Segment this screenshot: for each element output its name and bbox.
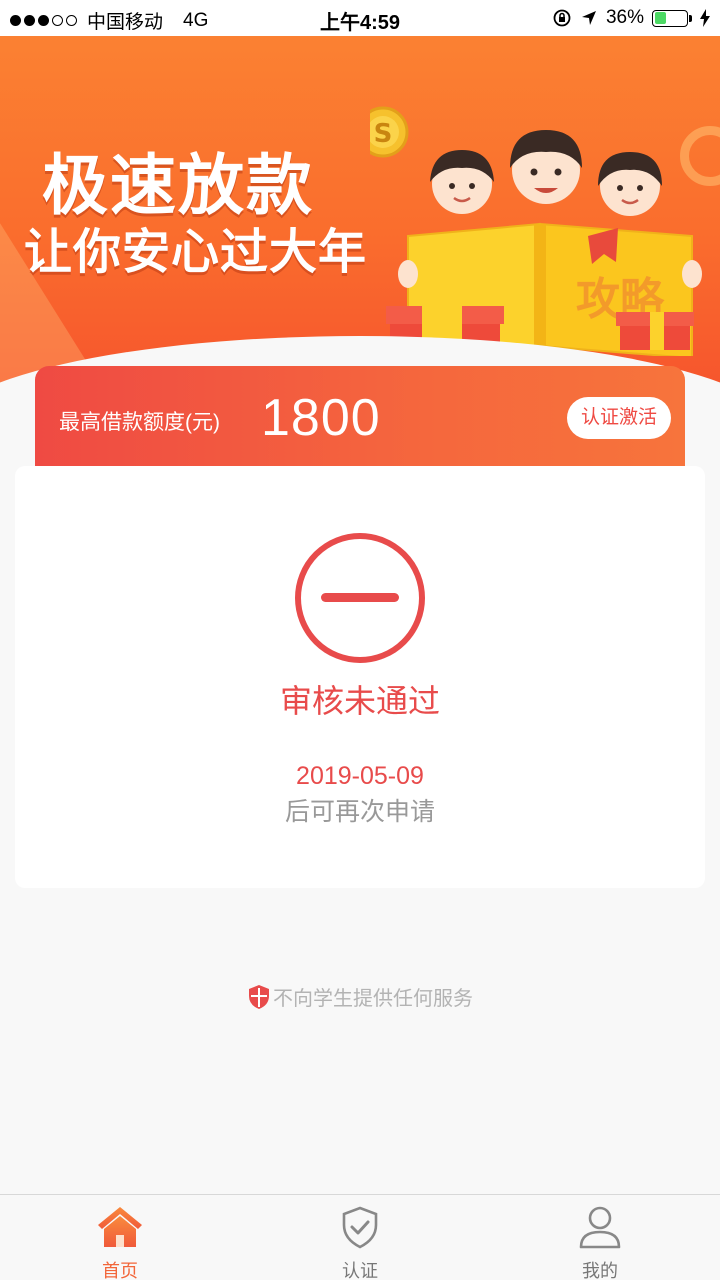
- gift-box-right: [616, 312, 694, 350]
- shield-check-icon: [342, 1206, 378, 1249]
- status-bar-left: 中国移动 4G: [10, 7, 208, 34]
- status-bar-right: 36%: [552, 7, 710, 29]
- network-type: 4G: [183, 9, 209, 31]
- tab-home-label: 首页: [102, 1261, 138, 1280]
- battery-level: [654, 12, 666, 24]
- tab-verify-label: 认证: [342, 1261, 378, 1280]
- promo-banner[interactable]: 极速放款 让你安心过大年 S 攻略: [0, 36, 720, 396]
- review-status-card: 审核未通过 2019-05-09 后可再次申请: [15, 466, 705, 888]
- shield-icon: [249, 984, 269, 1009]
- left-child-head: [430, 150, 494, 214]
- battery-icon: [652, 9, 692, 27]
- retry-date: 2019-05-09: [296, 762, 424, 790]
- gold-coin-icon: S: [370, 106, 409, 158]
- retry-note: 后可再次申请: [284, 798, 435, 826]
- tab-verify[interactable]: 认证: [240, 1195, 480, 1280]
- notice-text: 不向学生提供任何服务: [273, 988, 473, 1010]
- student-notice: 不向学生提供任何服务: [0, 982, 720, 1011]
- charging-bolt-icon: [700, 9, 710, 27]
- battery-percent: 36%: [605, 7, 644, 28]
- user-icon: [579, 1206, 621, 1249]
- tab-mine-label: 我的: [582, 1261, 618, 1280]
- limit-amount: 1800: [261, 389, 381, 447]
- status-bar: 中国移动 4G 上午4:59 36%: [0, 0, 720, 36]
- carrier-name: 中国移动: [87, 12, 164, 33]
- parent-head: [510, 130, 582, 204]
- bottom-tab-bar: 首页 认证 我的: [0, 1194, 720, 1280]
- verify-activate-button[interactable]: 认证激活: [566, 397, 671, 439]
- signal-dots-icon: [10, 15, 77, 26]
- svg-text:S: S: [374, 119, 393, 149]
- review-status-title: 审核未通过: [279, 683, 440, 719]
- location-arrow-icon: [581, 11, 596, 25]
- family-reading-guide-illustration: S 攻略: [370, 106, 702, 356]
- tab-mine[interactable]: 我的: [480, 1195, 720, 1280]
- home-icon: [98, 1207, 142, 1247]
- tab-home[interactable]: 首页: [0, 1195, 240, 1280]
- banner-subtitle: 让你安心过大年: [24, 226, 368, 279]
- right-child-head: [598, 152, 662, 216]
- orientation-lock-icon: [553, 9, 571, 27]
- limit-label: 最高借款额度(元): [59, 411, 220, 434]
- rejected-minus-circle-icon: [295, 533, 425, 663]
- loan-limit-card: 最高借款额度(元) 1800 认证激活: [35, 366, 685, 468]
